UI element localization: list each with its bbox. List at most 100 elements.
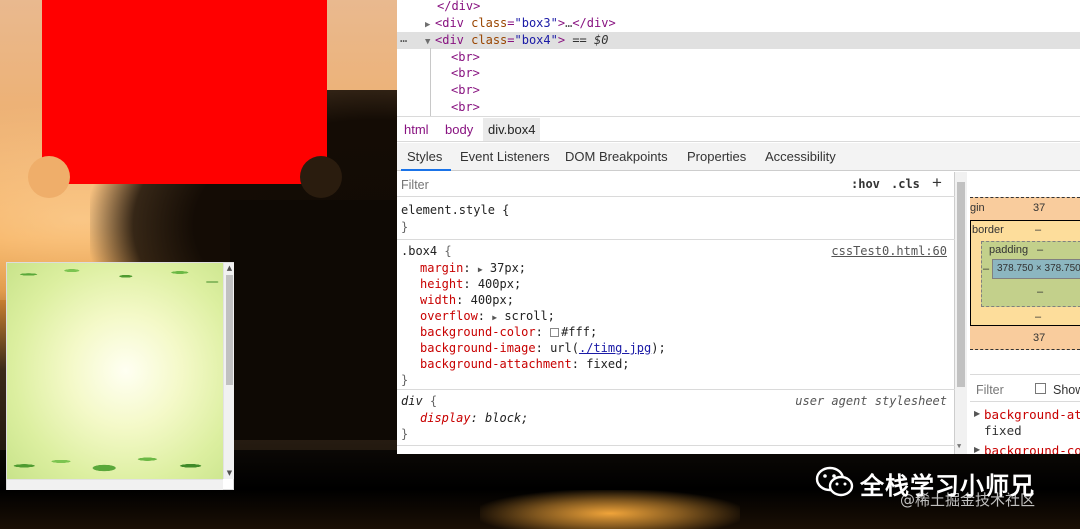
vertical-scrollbar-thumb[interactable] (226, 275, 233, 385)
devtools-tabs: Styles Event Listeners DOM Breakpoints P… (397, 143, 1080, 171)
class-toggle[interactable]: .cls (891, 177, 920, 191)
box-model-padding: padding – – 378.750 × 378.750 – (981, 241, 1080, 307)
dom-tag-text: <br> (451, 83, 480, 97)
box-model-pane: gin 37 border – padding – – 378.750 × 37… (970, 172, 1080, 454)
dom-line-br[interactable]: <br> (451, 65, 480, 82)
scroll-up-arrow-icon[interactable]: ▲ (224, 263, 235, 274)
rule-close-brace: } (401, 427, 409, 441)
breadcrumb-body[interactable]: body (445, 122, 473, 137)
rule-open-brace: { (429, 394, 438, 408)
property-value[interactable]: 400px; (471, 293, 514, 307)
property-name[interactable]: overflow (420, 309, 478, 323)
dom-tag-close: > (557, 16, 566, 30)
rule-header: div { user agent stylesheet (401, 393, 951, 409)
breadcrumb-html[interactable]: html (404, 122, 429, 137)
property-value: block; (485, 411, 529, 425)
styles-vertical-scrollbar[interactable]: ▼ (955, 172, 967, 454)
box-model-content[interactable]: 378.750 × 378.750 (992, 259, 1080, 279)
property-name[interactable]: background-image (420, 341, 536, 355)
margin-bottom-value[interactable]: 37 (1033, 332, 1045, 344)
margin-top-value[interactable]: 37 (1033, 202, 1045, 214)
expand-arrow-icon[interactable]: ▶ (974, 409, 980, 418)
breadcrumb: html body div.box4 (397, 118, 1080, 142)
hover-state-toggle[interactable]: :hov (851, 177, 880, 191)
declaration-background-color[interactable]: background-color: #fff; (420, 324, 597, 340)
dom-line-box3[interactable]: ▶ <div class="box3">…</div> (425, 15, 616, 32)
property-name[interactable]: background-color (420, 325, 536, 339)
border-label: border (972, 224, 1004, 236)
dom-tag-text: <br> (451, 100, 480, 114)
show-all-checkbox[interactable] (1035, 383, 1046, 394)
image-url-link[interactable]: ./timg.jpg (579, 341, 651, 355)
dom-attr-name: class (471, 33, 508, 47)
expand-arrow-icon[interactable]: ▶ (478, 265, 483, 274)
computed-property-name[interactable]: background-col (984, 443, 1080, 454)
dom-tag-end: </div> (572, 16, 616, 30)
scroll-down-arrow-icon[interactable]: ▼ (957, 442, 961, 450)
property-value[interactable]: #fff; (561, 325, 597, 339)
rule-selector[interactable]: element.style { (401, 202, 509, 218)
dom-attr-value: "box4" (514, 33, 558, 47)
tab-dom-breakpoints[interactable]: DOM Breakpoints (565, 149, 668, 164)
watermark-subtitle: @稀土掘金技术社区 (900, 491, 1036, 509)
dom-attr-name: class (471, 16, 508, 30)
property-name[interactable]: height (420, 277, 463, 291)
property-value[interactable]: 400px; (478, 277, 521, 291)
breadcrumb-div-box4[interactable]: div.box4 (483, 118, 541, 141)
border-top-value[interactable]: – (1035, 224, 1041, 236)
dom-line-br[interactable]: <br> (451, 82, 480, 99)
dom-gutter-menu-icon[interactable]: … (400, 30, 407, 47)
border-bottom-value[interactable]: – (1035, 311, 1041, 323)
dom-selected-marker: == $0 (572, 33, 609, 47)
rule-source-link[interactable]: cssTest0.html:60 (831, 243, 947, 259)
user-agent-stylesheet-label: user agent stylesheet (795, 394, 947, 408)
declaration-height[interactable]: height: 400px; (420, 276, 521, 292)
new-rule-plus-icon[interactable]: + (932, 173, 942, 193)
property-name[interactable]: background-attachment (420, 357, 572, 371)
property-value: ); (651, 341, 666, 355)
tab-properties[interactable]: Properties (687, 149, 746, 164)
padding-top-value[interactable]: – (1037, 244, 1043, 256)
leaf-border-top (7, 263, 223, 301)
active-tab-indicator (401, 169, 451, 171)
tab-styles[interactable]: Styles (407, 149, 442, 164)
rule-selector[interactable]: .box4 (401, 244, 437, 258)
horizontal-scrollbar[interactable] (7, 479, 223, 490)
styles-scrollbar-thumb[interactable] (957, 182, 965, 387)
tab-accessibility[interactable]: Accessibility (765, 149, 836, 164)
padding-left-value[interactable]: – (983, 263, 989, 275)
margin-label: gin (970, 202, 985, 214)
dom-line-br[interactable]: <br> (451, 49, 480, 66)
box-model-margin: gin 37 border – padding – – 378.750 × 37… (970, 197, 1080, 350)
scroll-down-arrow-icon[interactable]: ▼ (224, 468, 235, 479)
expand-arrow-icon[interactable]: ▶ (974, 445, 980, 454)
leaf-border-bottom (7, 435, 223, 479)
property-value[interactable]: fixed; (586, 357, 629, 371)
dom-line-box4-selected[interactable]: … ▼ <div class="box4"> == $0 (397, 30, 1080, 49)
red-box (42, 0, 327, 184)
styles-filter-input[interactable] (401, 175, 841, 194)
declaration-width[interactable]: width: 400px; (420, 292, 514, 308)
expand-arrow-icon[interactable]: ▶ (492, 313, 497, 322)
property-name[interactable]: width (420, 293, 456, 307)
declaration-margin[interactable]: margin: ▶ 37px; (420, 260, 526, 276)
tab-event-listeners[interactable]: Event Listeners (460, 149, 550, 164)
property-value[interactable]: scroll; (504, 309, 555, 323)
declaration-background-image[interactable]: background-image: url(./timg.jpg); (420, 340, 666, 356)
show-all-label: Show (1053, 383, 1080, 397)
vertical-scrollbar[interactable]: ▲ ▼ (223, 263, 234, 479)
computed-filter-input[interactable]: Filter (976, 383, 1004, 397)
red-box-notch-left (28, 156, 70, 198)
property-value[interactable]: 37px; (490, 261, 526, 275)
box4-scroll-container[interactable]: ▲ ▼ (6, 262, 234, 490)
declaration-overflow[interactable]: overflow: ▶ scroll; (420, 308, 555, 324)
color-swatch-icon[interactable] (550, 328, 560, 337)
declaration-background-attachment[interactable]: background-attachment: fixed; (420, 356, 630, 372)
dom-tag-close: > (557, 33, 566, 47)
computed-property-name[interactable]: background-att (984, 407, 1080, 422)
dom-line-br[interactable]: <br> (451, 99, 480, 116)
property-name[interactable]: margin (420, 261, 463, 275)
padding-bottom-value[interactable]: – (1037, 286, 1043, 298)
dom-tag-open: <div (435, 16, 464, 30)
dom-line-close-div[interactable]: </div> (437, 0, 480, 15)
